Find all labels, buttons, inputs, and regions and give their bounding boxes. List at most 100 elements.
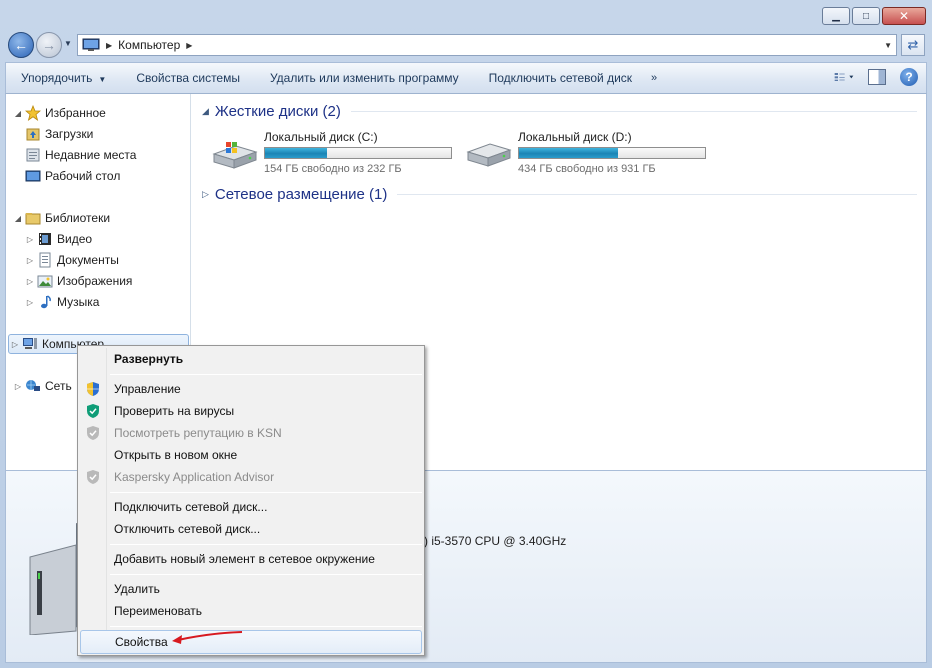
menu-item-expand[interactable]: Развернуть bbox=[80, 348, 422, 370]
forward-button[interactable]: → bbox=[36, 32, 62, 58]
hard-drives-group-header[interactable]: ◢ Жесткие диски (2) bbox=[202, 103, 917, 120]
video-library-icon bbox=[36, 231, 53, 247]
collapse-arrow-icon[interactable]: ◢ bbox=[202, 106, 209, 117]
sidebar-label: Документы bbox=[57, 253, 119, 267]
sidebar-item-video[interactable]: ▷ Видео bbox=[24, 229, 92, 249]
sidebar-item-recent-places[interactable]: Недавние места bbox=[24, 145, 136, 165]
menu-item-map-network-drive[interactable]: Подключить сетевой диск... bbox=[80, 496, 422, 518]
help-button[interactable]: ? bbox=[900, 68, 918, 86]
menu-label: Добавить новый элемент в сетевое окружен… bbox=[114, 552, 375, 566]
more-commands-button[interactable]: » bbox=[647, 72, 661, 84]
menu-separator bbox=[110, 626, 422, 627]
group-divider bbox=[397, 194, 917, 195]
menu-item-rename[interactable]: Переименовать bbox=[80, 600, 422, 622]
breadcrumb-separator-icon[interactable]: ▶ bbox=[186, 41, 192, 50]
recent-places-icon bbox=[24, 147, 41, 163]
menu-label: Свойства bbox=[115, 635, 168, 649]
breadcrumb-separator-icon[interactable]: ▶ bbox=[106, 41, 112, 50]
drive-d[interactable]: Локальный диск (D:) 434 ГБ свободно из 9… bbox=[464, 130, 714, 176]
sidebar-label: Загрузки bbox=[45, 127, 94, 141]
view-controls: ? bbox=[834, 68, 918, 86]
menu-item-ksn-reputation[interactable]: Посмотреть репутацию в KSN bbox=[80, 422, 422, 444]
expand-arrow-icon[interactable]: ▷ bbox=[24, 298, 36, 307]
group-title: Сетевое размещение (1) bbox=[214, 186, 388, 203]
close-button[interactable]: ✕ bbox=[882, 7, 926, 25]
menu-label: Отключить сетевой диск... bbox=[114, 522, 261, 536]
sidebar-item-desktop[interactable]: Рабочий стол bbox=[24, 166, 120, 186]
expand-arrow-icon[interactable]: ▷ bbox=[12, 382, 24, 391]
sidebar-label: Сеть bbox=[45, 379, 72, 393]
computer-icon bbox=[21, 336, 38, 352]
expand-arrow-icon[interactable]: ▷ bbox=[202, 189, 209, 200]
expand-arrow-icon[interactable]: ▷ bbox=[24, 277, 36, 286]
drive-usage-fill bbox=[265, 148, 328, 158]
sidebar-item-music[interactable]: ▷ Музыка bbox=[24, 292, 100, 312]
processor-info: ) i5-3570 CPU @ 3.40GHz bbox=[424, 534, 567, 548]
menu-item-add-network-location[interactable]: Добавить новый элемент в сетевое окружен… bbox=[80, 548, 422, 570]
address-bar[interactable]: ▶ Компьютер ▶ ▼ bbox=[77, 34, 897, 56]
sidebar-label: Музыка bbox=[57, 295, 100, 309]
computer-icon bbox=[82, 38, 100, 51]
sidebar-item-network[interactable]: ▷ Сеть bbox=[12, 376, 72, 396]
organize-button[interactable]: Упорядочить ▼ bbox=[6, 71, 121, 85]
map-network-drive-button[interactable]: Подключить сетевой диск bbox=[474, 71, 647, 85]
menu-label: Подключить сетевой диск... bbox=[114, 500, 268, 514]
downloads-folder-icon bbox=[24, 126, 41, 142]
sidebar-item-downloads[interactable]: Загрузки bbox=[24, 124, 93, 144]
breadcrumb-computer[interactable]: Компьютер bbox=[118, 38, 180, 52]
chevron-down-icon: ▼ bbox=[98, 75, 107, 84]
menu-item-manage[interactable]: Управление bbox=[80, 378, 422, 400]
menu-item-scan-viruses[interactable]: Проверить на вирусы bbox=[80, 400, 422, 422]
documents-library-icon bbox=[36, 252, 53, 268]
red-annotation-arrow-icon bbox=[172, 631, 243, 644]
navigation-row: ← → ▼ ▶ Компьютер ▶ ▼ ⇄ bbox=[0, 30, 932, 60]
music-note-icon bbox=[36, 294, 53, 310]
address-dropdown-icon[interactable]: ▼ bbox=[884, 41, 892, 50]
menu-separator bbox=[110, 544, 422, 545]
minimize-button[interactable]: ▁ bbox=[822, 7, 850, 25]
uninstall-program-button[interactable]: Удалить или изменить программу bbox=[255, 71, 474, 85]
menu-label: Переименовать bbox=[114, 604, 202, 618]
sidebar-item-favorites[interactable]: ◢ Избранное bbox=[12, 103, 106, 123]
menu-label: Проверить на вирусы bbox=[114, 404, 235, 418]
group-divider bbox=[350, 111, 917, 112]
sidebar-item-libraries[interactable]: ◢ Библиотеки bbox=[12, 208, 110, 228]
menu-separator bbox=[110, 574, 422, 575]
sidebar-label: Избранное bbox=[45, 106, 106, 120]
context-menu: Развернуть Управление Проверить на вирус… bbox=[77, 345, 425, 656]
menu-label: Посмотреть репутацию в KSN bbox=[114, 426, 282, 440]
hard-drive-icon bbox=[466, 143, 512, 167]
pictures-library-icon bbox=[36, 273, 53, 289]
libraries-folder-icon bbox=[24, 210, 41, 226]
collapse-arrow-icon[interactable]: ◢ bbox=[12, 109, 24, 118]
expand-arrow-icon[interactable]: ▷ bbox=[24, 256, 36, 265]
change-view-button[interactable] bbox=[834, 69, 854, 85]
menu-item-delete[interactable]: Удалить bbox=[80, 578, 422, 600]
sidebar-item-documents[interactable]: ▷ Документы bbox=[24, 250, 119, 270]
back-button[interactable]: ← bbox=[8, 32, 34, 58]
drive-name: Локальный диск (C:) bbox=[264, 130, 378, 144]
drive-c[interactable]: Локальный диск (C:) 154 ГБ свободно из 2… bbox=[210, 130, 460, 176]
maximize-button[interactable]: □ bbox=[852, 7, 880, 25]
menu-item-open-new-window[interactable]: Открыть в новом окне bbox=[80, 444, 422, 466]
back-arrow-icon: ← bbox=[14, 37, 28, 53]
refresh-button[interactable]: ⇄ bbox=[901, 34, 925, 56]
preview-pane-button[interactable] bbox=[868, 69, 886, 85]
refresh-icon: ⇄ bbox=[907, 37, 919, 52]
recent-pages-dropdown[interactable]: ▼ bbox=[64, 39, 72, 48]
expand-arrow-icon[interactable]: ▷ bbox=[24, 235, 36, 244]
system-properties-button[interactable]: Свойства системы bbox=[121, 71, 255, 85]
star-icon bbox=[24, 105, 41, 121]
expand-arrow-icon[interactable]: ▷ bbox=[9, 340, 21, 349]
uac-shield-icon bbox=[80, 381, 106, 397]
menu-item-kaspersky-advisor[interactable]: Kaspersky Application Advisor bbox=[80, 466, 422, 488]
collapse-arrow-icon[interactable]: ◢ bbox=[12, 214, 24, 223]
network-location-group-header[interactable]: ▷ Сетевое размещение (1) bbox=[202, 186, 917, 203]
menu-item-properties[interactable]: Свойства bbox=[80, 630, 422, 654]
sidebar-item-images[interactable]: ▷ Изображения bbox=[24, 271, 133, 291]
menu-separator bbox=[110, 374, 422, 375]
sidebar-label: Библиотеки bbox=[45, 211, 111, 225]
menu-item-disconnect-network-drive[interactable]: Отключить сетевой диск... bbox=[80, 518, 422, 540]
menu-label: Kaspersky Application Advisor bbox=[114, 470, 275, 484]
menu-label: Развернуть bbox=[114, 352, 184, 366]
